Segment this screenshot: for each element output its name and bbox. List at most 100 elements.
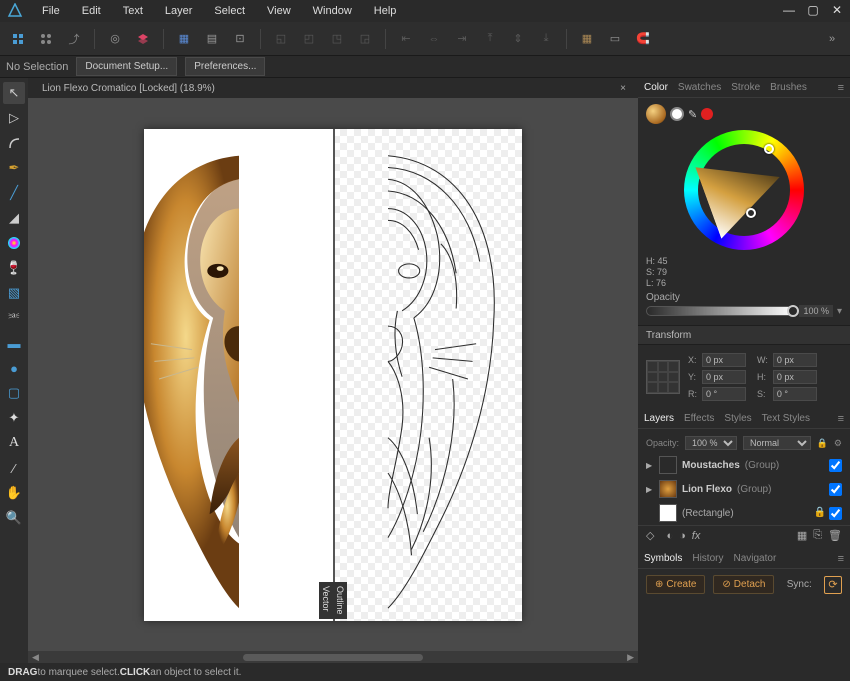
corner-tool[interactable] [3, 132, 25, 154]
recent-color-swatch[interactable] [701, 108, 713, 120]
layer-opacity-select[interactable]: 100 % [685, 436, 737, 450]
menu-view[interactable]: View [257, 2, 301, 20]
align-middle-icon[interactable]: ⇕ [506, 27, 530, 51]
layer-fx-icon[interactable]: fx [692, 530, 701, 542]
grid-toggle-icon[interactable]: ▦ [575, 27, 599, 51]
rounded-rect-tool[interactable]: ▢ [3, 382, 25, 404]
layer-mask-icon[interactable]: ◐ [666, 530, 673, 542]
layer-duplicate-icon[interactable]: ⎘ [813, 529, 822, 542]
pen-tool[interactable]: ✒ [3, 157, 25, 179]
align-bottom-icon[interactable]: ⤓ [534, 27, 558, 51]
pan-tool[interactable]: ✋ [3, 482, 25, 504]
layer-add-icon[interactable]: ▦ [797, 529, 807, 542]
arrange-forward-icon[interactable]: ◳ [325, 27, 349, 51]
transparency-tool[interactable]: 🍷 [3, 257, 25, 279]
layer-visible-checkbox[interactable] [829, 459, 842, 472]
layer-edit-icon[interactable]: ◇ [646, 529, 654, 542]
split-view-outline-label[interactable]: Outline [333, 582, 347, 619]
close-button[interactable]: ✕ [830, 3, 844, 17]
menu-text[interactable]: Text [113, 2, 153, 20]
expand-icon[interactable]: ▶ [646, 461, 654, 470]
h-input[interactable] [773, 370, 817, 384]
expand-icon[interactable]: ▶ [646, 485, 654, 494]
layers-gear-icon[interactable]: ⚙ [834, 438, 842, 449]
document-close-icon[interactable]: × [614, 83, 632, 94]
layer-row[interactable]: ▶ Moustaches (Group) [638, 453, 850, 477]
layer-delete-icon[interactable]: 🗑 [828, 529, 842, 542]
star-tool[interactable]: ✦ [3, 407, 25, 429]
stroke-swatch[interactable] [670, 107, 684, 121]
place-image-tool[interactable]: ▧ [3, 282, 25, 304]
tab-history[interactable]: History [692, 553, 723, 564]
tab-brushes[interactable]: Brushes [770, 82, 807, 93]
tab-color[interactable]: Color [644, 82, 668, 93]
align-top-icon[interactable]: ⤒ [478, 27, 502, 51]
maximize-button[interactable]: ▢ [806, 3, 820, 17]
crop-tool[interactable]: ⎃ [3, 307, 25, 329]
eyedropper-tool[interactable]: ∕ [3, 457, 25, 479]
arrange-backward-icon[interactable]: ◰ [297, 27, 321, 51]
toolbar-layers-icon[interactable] [131, 27, 155, 51]
ellipse-tool[interactable]: ● [3, 357, 25, 379]
fill-swatch[interactable] [646, 104, 666, 124]
rectangle-tool[interactable]: ▬ [3, 332, 25, 354]
move-tool[interactable]: ↖ [3, 82, 25, 104]
horizontal-scrollbar[interactable]: ◀▶ [28, 651, 638, 663]
menu-select[interactable]: Select [204, 2, 255, 20]
fill-tool[interactable]: ◢ [3, 207, 25, 229]
minimize-button[interactable]: — [782, 3, 796, 17]
layer-visible-checkbox[interactable] [829, 483, 842, 496]
tab-navigator[interactable]: Navigator [733, 553, 776, 564]
transform-anchor[interactable] [646, 360, 680, 394]
tab-effects[interactable]: Effects [684, 413, 714, 424]
persona-designer-icon[interactable] [6, 27, 30, 51]
s-input[interactable] [773, 387, 817, 401]
brush-tool[interactable]: ╱ [3, 182, 25, 204]
layers-panel-menu-icon[interactable]: ≡ [838, 413, 844, 425]
canvas[interactable]: Vector Outline [28, 98, 638, 651]
tab-text-styles[interactable]: Text Styles [762, 413, 810, 424]
text-tool[interactable]: A [3, 432, 25, 454]
snapping-toggle-icon[interactable]: 🧲 [631, 27, 655, 51]
menu-file[interactable]: File [32, 2, 70, 20]
ruler-toggle-icon[interactable]: ▭ [603, 27, 627, 51]
opacity-dropdown-icon[interactable]: ▾ [837, 306, 842, 317]
x-input[interactable] [702, 353, 746, 367]
toolbar-overflow-icon[interactable]: » [820, 27, 844, 51]
arrange-front-icon[interactable]: ◲ [353, 27, 377, 51]
align-center-icon[interactable]: ⇔ [422, 27, 446, 51]
menu-edit[interactable]: Edit [72, 2, 111, 20]
tab-styles[interactable]: Styles [724, 413, 751, 424]
layer-row[interactable]: ▶ Lion Flexo (Group) [638, 477, 850, 501]
r-input[interactable] [702, 387, 746, 401]
tab-layers[interactable]: Layers [644, 413, 674, 424]
color-panel-menu-icon[interactable]: ≡ [838, 82, 844, 94]
tab-symbols[interactable]: Symbols [644, 553, 682, 564]
preferences-button[interactable]: Preferences... [185, 57, 265, 76]
layer-blend-select[interactable]: Normal [743, 436, 811, 450]
align-right-icon[interactable]: ⇥ [450, 27, 474, 51]
symbol-create-button[interactable]: ⊕Create [646, 575, 705, 594]
sync-toggle-button[interactable]: ⟳ [824, 576, 842, 594]
y-input[interactable] [702, 370, 746, 384]
layer-adjust-icon[interactable]: ◑ [679, 530, 686, 542]
opacity-value[interactable]: 100 % [799, 305, 833, 317]
symbols-panel-menu-icon[interactable]: ≡ [838, 553, 844, 565]
opacity-slider[interactable] [646, 306, 795, 316]
symbol-detach-button[interactable]: ⊘Detach [713, 575, 774, 594]
document-tab[interactable]: Lion Flexo Cromatico [Locked] (18.9%) [34, 80, 223, 97]
lock-icon[interactable]: 🔒 [817, 438, 828, 449]
zoom-tool[interactable]: 🔍 [3, 507, 25, 529]
toolbar-target-icon[interactable]: ◎ [103, 27, 127, 51]
document-setup-button[interactable]: Document Setup... [76, 57, 177, 76]
menu-layer[interactable]: Layer [155, 2, 203, 20]
snap-grid-icon[interactable]: ▦ [172, 27, 196, 51]
gradient-tool[interactable] [3, 232, 25, 254]
color-wheel[interactable] [684, 130, 804, 250]
snap-bounds-icon[interactable]: ⊡ [228, 27, 252, 51]
split-view-vector-label[interactable]: Vector [319, 582, 333, 619]
w-input[interactable] [773, 353, 817, 367]
eyedropper-icon[interactable]: ✎ [688, 108, 697, 121]
node-tool[interactable]: ▷ [3, 107, 25, 129]
layer-visible-checkbox[interactable] [829, 507, 842, 520]
